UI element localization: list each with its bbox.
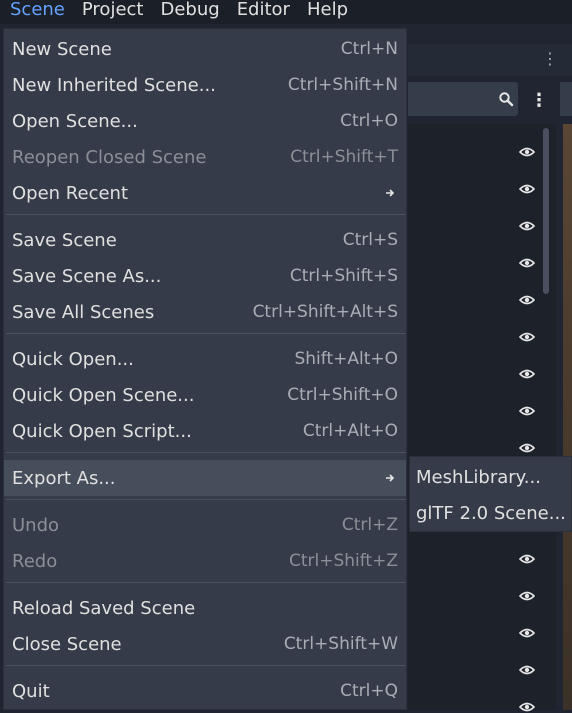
menu-item-label: Open Recent xyxy=(12,182,129,204)
menu-item-label: Open Scene... xyxy=(12,110,138,132)
eye-icon[interactable] xyxy=(519,701,535,713)
menu-item-save-scene[interactable]: Save Scene Ctrl+S xyxy=(4,222,406,258)
eye-icon[interactable] xyxy=(519,331,535,343)
menu-item-shortcut: Ctrl+Z xyxy=(341,515,398,535)
eye-icon[interactable] xyxy=(519,368,535,380)
menu-item-redo: Redo Ctrl+Shift+Z xyxy=(4,543,406,579)
menu-item-quick-open-scene[interactable]: Quick Open Scene... Ctrl+Shift+O xyxy=(4,377,406,413)
menu-item-shortcut: Ctrl+S xyxy=(342,230,398,250)
menu-item-label: Save Scene As... xyxy=(12,265,162,287)
menu-item-quit[interactable]: Quit Ctrl+Q xyxy=(4,673,406,709)
menu-item-label: Undo xyxy=(12,514,60,536)
menu-item-label: Quit xyxy=(12,680,50,702)
submenu-item-gltf-scene[interactable]: glTF 2.0 Scene... xyxy=(410,495,571,531)
menu-item-new-inherited-scene[interactable]: New Inherited Scene... Ctrl+Shift+N xyxy=(4,67,406,103)
arrow-right-icon xyxy=(386,474,395,482)
menu-item-label: Reload Saved Scene xyxy=(12,597,196,619)
menu-item-undo: Undo Ctrl+Z xyxy=(4,507,406,543)
menu-item-shortcut: Ctrl+Shift+Z xyxy=(288,551,398,571)
menu-item-reopen-closed-scene: Reopen Closed Scene Ctrl+Shift+T xyxy=(4,139,406,175)
menu-item-label: Close Scene xyxy=(12,633,122,655)
menu-item-export-as[interactable]: Export As... xyxy=(4,460,406,496)
menu-item-quick-open-script[interactable]: Quick Open Script... Ctrl+Alt+O xyxy=(4,413,406,449)
menu-item-new-scene[interactable]: New Scene Ctrl+N xyxy=(4,31,406,67)
menu-separator xyxy=(6,214,406,215)
menu-editor[interactable]: Editor xyxy=(229,0,299,22)
eye-icon[interactable] xyxy=(519,627,535,639)
search-icon xyxy=(499,92,514,107)
menu-separator xyxy=(6,665,406,666)
menu-item-shortcut: Ctrl+Shift+Alt+S xyxy=(252,302,398,322)
menu-item-close-scene[interactable]: Close Scene Ctrl+Shift+W xyxy=(4,626,406,662)
arrow-right-icon xyxy=(386,189,395,197)
menu-item-shortcut: Ctrl+Alt+O xyxy=(302,421,398,441)
eye-icon[interactable] xyxy=(519,664,535,676)
menu-item-shortcut: Ctrl+Shift+O xyxy=(287,385,398,405)
menu-separator xyxy=(6,333,406,334)
menu-item-label: Reopen Closed Scene xyxy=(12,146,207,168)
menu-item-reload-saved-scene[interactable]: Reload Saved Scene xyxy=(4,590,406,626)
eye-icon[interactable] xyxy=(519,146,535,158)
submenu-item-meshlibrary[interactable]: MeshLibrary... xyxy=(410,459,571,495)
eye-icon[interactable] xyxy=(519,183,535,195)
menu-help[interactable]: Help xyxy=(299,0,357,22)
menu-item-shortcut: Ctrl+Shift+N xyxy=(287,75,398,95)
menu-item-save-all-scenes[interactable]: Save All Scenes Ctrl+Shift+Alt+S xyxy=(4,294,406,330)
menu-item-label: Quick Open Script... xyxy=(12,420,192,442)
scene-tree-scrollbar[interactable] xyxy=(543,128,549,294)
eye-icon[interactable] xyxy=(519,220,535,232)
menu-separator xyxy=(6,499,406,500)
eye-icon[interactable] xyxy=(519,257,535,269)
menu-item-label: Redo xyxy=(12,550,58,572)
scene-menu: New Scene Ctrl+N New Inherited Scene... … xyxy=(3,28,407,710)
eye-icon[interactable] xyxy=(519,442,535,454)
menu-item-quick-open[interactable]: Quick Open... Shift+Alt+O xyxy=(4,341,406,377)
menu-item-label: Quick Open Scene... xyxy=(12,384,195,406)
menu-separator xyxy=(6,452,406,453)
menu-debug[interactable]: Debug xyxy=(152,0,228,22)
menu-bar: Scene Project Debug Editor Help xyxy=(0,0,572,24)
menu-item-open-scene[interactable]: Open Scene... Ctrl+O xyxy=(4,103,406,139)
dock-options-icon[interactable]: ⋮ xyxy=(542,48,558,70)
menu-separator xyxy=(6,582,406,583)
eye-icon[interactable] xyxy=(519,294,535,306)
menu-item-shortcut: Ctrl+N xyxy=(340,39,398,59)
menu-scene[interactable]: Scene xyxy=(0,0,74,22)
menu-item-label: New Scene xyxy=(12,38,112,60)
eye-icon[interactable] xyxy=(519,405,535,417)
menu-item-open-recent[interactable]: Open Recent xyxy=(4,175,406,211)
scene-tree[interactable] xyxy=(408,124,556,710)
menu-item-shortcut: Ctrl+Shift+S xyxy=(289,266,398,286)
menu-item-label: New Inherited Scene... xyxy=(12,74,216,96)
export-as-submenu: MeshLibrary... glTF 2.0 Scene... xyxy=(409,456,572,532)
menu-item-shortcut: Shift+Alt+O xyxy=(294,349,398,369)
menu-item-shortcut: Ctrl+Q xyxy=(340,681,398,701)
eye-icon[interactable] xyxy=(519,590,535,602)
menu-project[interactable]: Project xyxy=(74,0,153,22)
menu-item-shortcut: Ctrl+Shift+W xyxy=(283,634,398,654)
eye-icon[interactable] xyxy=(519,553,535,565)
menu-item-label: Save Scene xyxy=(12,229,117,251)
kebab-menu-icon[interactable]: ⋮ xyxy=(530,88,548,114)
menu-item-label: Export As... xyxy=(12,467,116,489)
menu-item-shortcut: Ctrl+O xyxy=(340,111,398,131)
menu-item-save-scene-as[interactable]: Save Scene As... Ctrl+Shift+S xyxy=(4,258,406,294)
menu-item-label: Save All Scenes xyxy=(12,301,155,323)
viewport-edge xyxy=(563,124,572,710)
dock-edge xyxy=(560,82,572,116)
menu-item-label: Quick Open... xyxy=(12,348,134,370)
menu-item-shortcut: Ctrl+Shift+T xyxy=(290,147,398,167)
